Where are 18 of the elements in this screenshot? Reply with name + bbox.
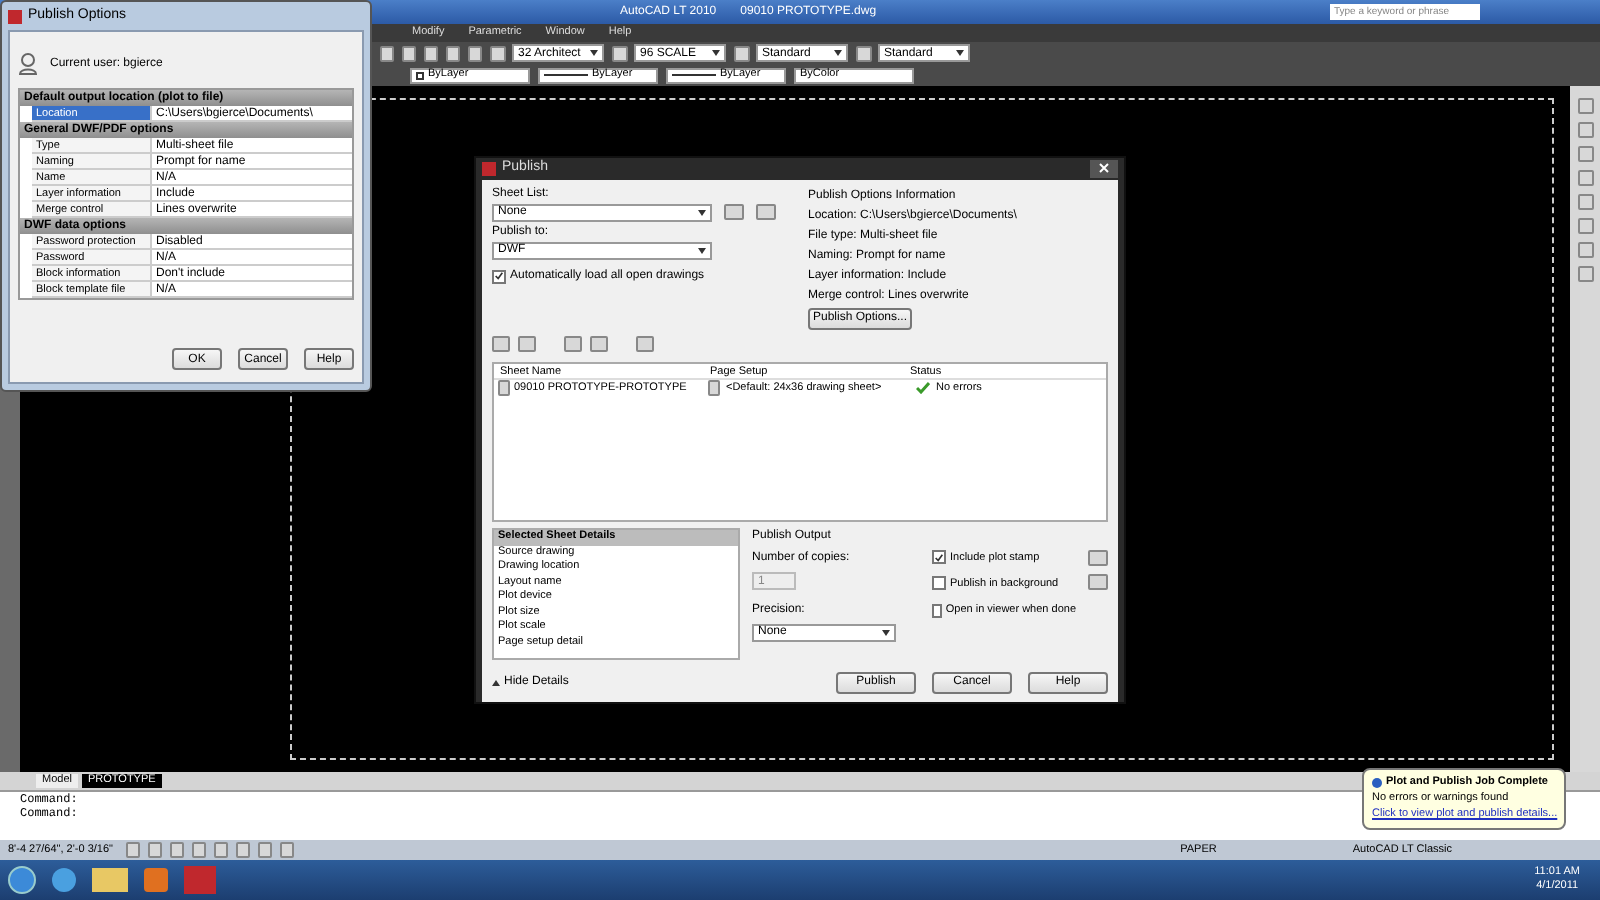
checkbox[interactable] (932, 550, 946, 565)
browser-icon[interactable] (52, 868, 76, 892)
user-icon (18, 52, 38, 76)
close-button[interactable] (1090, 159, 1118, 178)
caret-up-icon (492, 679, 500, 685)
close-icon (1098, 162, 1110, 175)
line-sample (672, 74, 716, 76)
media-player-icon[interactable] (144, 868, 168, 892)
checkbox[interactable] (492, 269, 506, 283)
info-icon (1372, 777, 1382, 788)
checkmark-icon (916, 382, 930, 394)
color-swatch-icon (416, 71, 424, 79)
app-logo-icon (8, 9, 22, 23)
start-button[interactable] (8, 866, 36, 894)
line-sample (544, 74, 588, 76)
app-logo-icon (482, 161, 496, 176)
checkbox[interactable] (932, 576, 946, 591)
checkbox[interactable] (932, 603, 942, 618)
